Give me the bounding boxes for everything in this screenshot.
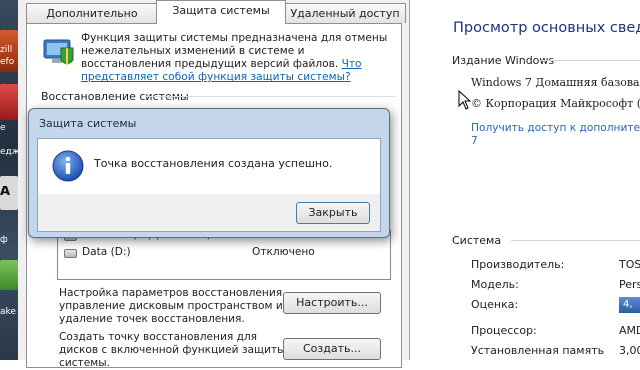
group-divider xyxy=(145,96,395,97)
section-divider xyxy=(511,240,640,241)
model-value: Pers xyxy=(619,278,640,291)
manufacturer-value: TOS xyxy=(619,258,640,271)
section-divider xyxy=(541,60,640,61)
app-taskbar-icon[interactable] xyxy=(0,84,18,120)
upgrade-link-line2: 7 xyxy=(471,135,478,147)
drive-name: Data (D:) xyxy=(82,246,131,258)
model-label: Модель: xyxy=(471,278,519,291)
memory-value: 3,00 xyxy=(619,344,640,357)
desktop-label-2: efo xyxy=(0,57,15,67)
drive-row-d[interactable]: Data (D:) Отключено xyxy=(64,246,384,261)
mouse-cursor-icon xyxy=(458,89,472,110)
create-button[interactable]: Создать... xyxy=(283,338,381,360)
desktop-strip: zill efo е едж A ф ake xyxy=(0,0,18,360)
windows-edition: Windows 7 Домашняя базовая xyxy=(471,76,640,89)
system-shield-icon xyxy=(41,34,77,70)
desktop-label-5: A xyxy=(0,186,11,198)
dialog-title: Защита системы xyxy=(39,117,137,130)
drive-status: Отключено xyxy=(252,246,315,258)
dialog-message: Точка восстановления создана успешно. xyxy=(94,157,333,170)
desktop-label-1: zill xyxy=(0,45,13,55)
tab-remote[interactable]: Удаленный доступ xyxy=(284,3,406,23)
memory-label: Установленная память xyxy=(471,344,605,357)
configure-button[interactable]: Настроить... xyxy=(283,292,381,314)
desktop-label-4: едж xyxy=(0,147,18,157)
info-icon xyxy=(52,150,84,182)
configure-description: Настройка параметров восстановления, упр… xyxy=(59,287,286,325)
protection-description-text: Функция защиты системы предназначена для… xyxy=(81,32,391,84)
edition-section-title: Издание Windows xyxy=(452,54,555,67)
processor-label: Процессор: xyxy=(471,324,537,337)
green-app-icon[interactable] xyxy=(0,260,18,290)
hard-drive-icon xyxy=(64,249,77,258)
restore-point-dialog: Защита системы Точка восстановления созд… xyxy=(28,108,390,238)
page-title: Просмотр основных сведен xyxy=(453,20,640,36)
control-panel-system: Просмотр основных сведен Издание Windows… xyxy=(411,0,640,360)
dialog-content: Точка восстановления создана успешно. xyxy=(38,139,380,194)
create-description: Создать точку восстановления для дисков … xyxy=(59,331,286,369)
copyright-text: © Корпорация Майкрософт (М xyxy=(471,97,640,110)
dialog-body: Точка восстановления создана успешно. За… xyxy=(37,138,381,232)
desktop-label-3: е xyxy=(0,123,6,133)
tab-system-protection[interactable]: Защита системы xyxy=(156,0,286,24)
desktop-label-7: ake xyxy=(0,307,16,317)
close-button[interactable]: Закрыть xyxy=(296,202,370,224)
processor-value: AMD xyxy=(619,324,640,337)
tab-strip: Дополнительно Защита системы Удаленный д… xyxy=(26,0,406,24)
upgrade-link[interactable]: Получить доступ к дополнител 7 xyxy=(471,122,640,148)
manufacturer-label: Производитель: xyxy=(471,258,565,271)
rating-label: Оценка: xyxy=(471,298,519,311)
tab-advanced[interactable]: Дополнительно xyxy=(26,3,158,23)
upgrade-link-line1: Получить доступ к дополнител xyxy=(471,122,640,134)
desktop-label-6: ф xyxy=(0,235,8,245)
system-section-title: Система xyxy=(452,234,502,247)
rating-badge[interactable]: 4, xyxy=(619,297,640,313)
